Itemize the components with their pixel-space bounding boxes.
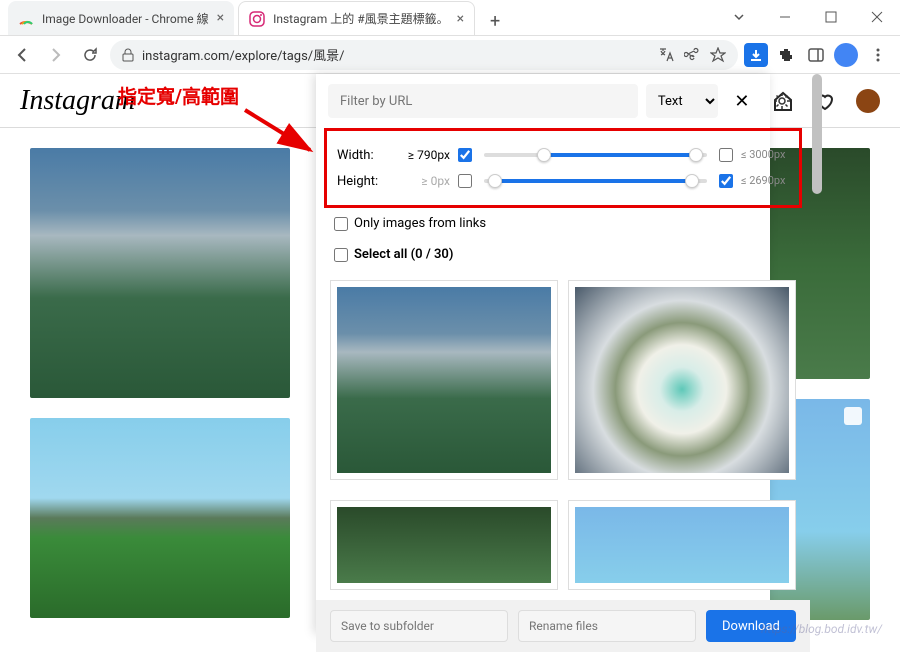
image-tile[interactable]	[330, 280, 558, 480]
width-label: Width:	[337, 148, 387, 163]
user-avatar[interactable]	[856, 89, 880, 113]
browser-titlebar: Image Downloader - Chrome 線 × Instagram …	[0, 0, 900, 36]
lock-icon	[122, 48, 134, 62]
window-controls	[716, 0, 900, 35]
width-max-value: ≤ 3000px	[741, 149, 789, 161]
menu-button[interactable]	[864, 41, 892, 69]
close-button[interactable]	[854, 0, 900, 35]
annotation-arrow-icon	[240, 100, 320, 160]
watermark: https://blog.bod.idv.tw/	[761, 622, 882, 636]
browser-toolbar: instagram.com/explore/tags/風景/	[0, 36, 900, 74]
only-links-checkbox[interactable]	[334, 217, 348, 231]
grid-thumbnail[interactable]	[30, 148, 290, 398]
close-icon[interactable]: ✕	[726, 85, 758, 117]
annotation-text: 指定寬/高範圍	[118, 82, 239, 109]
only-links-label: Only images from links	[354, 216, 486, 231]
subfolder-input[interactable]	[330, 610, 508, 642]
image-tile[interactable]	[330, 500, 558, 590]
select-all-label: Select all (0 / 30)	[354, 247, 453, 262]
download-extension-icon[interactable]	[744, 43, 768, 67]
height-max-checkbox[interactable]	[719, 174, 733, 188]
extensions-icon[interactable]	[774, 43, 798, 67]
chevron-down-icon[interactable]	[716, 0, 762, 35]
select-all-checkbox[interactable]	[334, 248, 348, 262]
image-tile[interactable]	[568, 500, 796, 590]
minimize-button[interactable]	[762, 0, 808, 35]
translate-icon[interactable]	[658, 47, 674, 63]
profile-avatar[interactable]	[834, 43, 858, 67]
grid-thumbnail[interactable]	[30, 418, 290, 618]
image-tile[interactable]	[568, 280, 796, 480]
width-min-value: ≥ 790px	[395, 148, 450, 162]
filter-bar: Text ✕	[316, 74, 810, 128]
width-filter-row: Width: ≥ 790px ≤ 3000px	[337, 145, 789, 165]
filter-url-input[interactable]	[328, 84, 638, 118]
dimension-filter-section: Width: ≥ 790px ≤ 3000px Height: ≥ 0px	[324, 128, 802, 208]
tab-title: Instagram 上的 #風景主題標籤。	[273, 10, 449, 27]
extension-popup: Text ✕ Width: ≥ 790px ≤ 3000px Height:	[316, 74, 770, 634]
select-all-row: Select all (0 / 30)	[316, 239, 810, 270]
popup-bottom-bar: Download	[316, 600, 810, 652]
favicon-rainbow-icon	[18, 10, 34, 26]
width-max-checkbox[interactable]	[719, 148, 733, 162]
back-button[interactable]	[8, 41, 36, 69]
height-max-value: ≤ 2690px	[741, 175, 789, 187]
favicon-instagram-icon	[249, 11, 265, 27]
height-min-value: ≥ 0px	[395, 174, 450, 188]
tab-active[interactable]: Instagram 上的 #風景主題標籤。 ×	[238, 1, 475, 35]
rename-input[interactable]	[518, 610, 696, 642]
image-results-row	[316, 490, 810, 600]
width-min-checkbox[interactable]	[458, 148, 472, 162]
tab-inactive[interactable]: Image Downloader - Chrome 線 ×	[8, 1, 234, 35]
text-select[interactable]: Text	[646, 84, 718, 118]
height-slider[interactable]	[484, 171, 707, 191]
side-panel-icon[interactable]	[804, 43, 828, 67]
gear-icon[interactable]	[766, 85, 798, 117]
reload-button[interactable]	[76, 41, 104, 69]
only-links-row: Only images from links	[316, 208, 810, 239]
forward-button[interactable]	[42, 41, 70, 69]
tab-title: Image Downloader - Chrome 線	[42, 10, 209, 27]
new-tab-button[interactable]: +	[481, 7, 509, 35]
height-filter-row: Height: ≥ 0px ≤ 2690px	[337, 171, 789, 191]
star-icon[interactable]	[710, 47, 726, 63]
tab-close-icon[interactable]: ×	[217, 10, 224, 26]
url-text: instagram.com/explore/tags/風景/	[142, 45, 345, 64]
stack-icon	[844, 407, 862, 425]
scrollbar-thumb[interactable]	[812, 74, 822, 194]
maximize-button[interactable]	[808, 0, 854, 35]
width-slider[interactable]	[484, 145, 707, 165]
image-results-row	[316, 270, 810, 490]
address-bar[interactable]: instagram.com/explore/tags/風景/	[110, 40, 738, 70]
height-label: Height:	[337, 174, 387, 189]
height-min-checkbox[interactable]	[458, 174, 472, 188]
share-icon[interactable]	[684, 47, 700, 63]
tab-close-icon[interactable]: ×	[457, 11, 464, 27]
